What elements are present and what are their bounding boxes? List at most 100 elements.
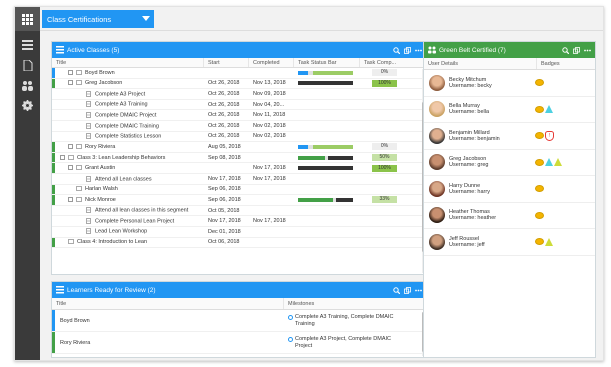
- table-row[interactable]: Grant Austin Nov 17, 2018 100%: [52, 163, 426, 174]
- collapse-icon[interactable]: [68, 80, 73, 86]
- active-classes-table: Boyd Brown 0% Greg Jacobson Oct 26, 2018…: [52, 68, 426, 249]
- row-title: Class 4: Introduction to Lean: [77, 239, 148, 246]
- row-title: Rory Riviera: [60, 339, 91, 346]
- search-icon[interactable]: [393, 286, 401, 294]
- search-icon[interactable]: [393, 46, 401, 54]
- folder-icon: [76, 80, 82, 86]
- row-title: Attend all Lean classes: [95, 175, 152, 182]
- table-row[interactable]: Boyd Brown Complete A3 Training, Complet…: [52, 310, 426, 332]
- table-row[interactable]: Nick Monroe Sep 06, 2018 33%: [52, 195, 426, 206]
- list-item[interactable]: Bella Murray Username: bella: [424, 97, 595, 123]
- row-title: Attend all lean classes in this segment: [95, 207, 189, 214]
- row-start: Oct 26, 2018: [208, 133, 240, 140]
- user-username: Username: benjamin: [449, 135, 500, 142]
- row-start: Dec 01, 2018: [208, 228, 241, 235]
- user-username: Username: harry: [449, 188, 490, 195]
- collapse-icon[interactable]: [68, 196, 73, 202]
- apps-grid-button[interactable]: [15, 7, 40, 31]
- column-header[interactable]: Completed: [249, 58, 294, 67]
- row-start: Nov 17, 2018: [208, 218, 241, 225]
- table-row[interactable]: Class 3: Lean Leadership Behaviors Sep 0…: [52, 152, 426, 164]
- user-username: Username: heather: [449, 215, 497, 222]
- task-complete-badge: 100%: [372, 79, 397, 87]
- users-icon[interactable]: [22, 80, 33, 91]
- review-header: Learners Ready for Review (2): [52, 282, 426, 298]
- dashboard-select[interactable]: Class Certifications: [42, 10, 154, 28]
- more-icon[interactable]: [584, 47, 591, 54]
- milestone-circle-icon: [288, 336, 293, 342]
- task-status-bar: [298, 70, 353, 75]
- avatar: [429, 154, 445, 171]
- row-start: Sep 06, 2018: [208, 196, 241, 203]
- column-header[interactable]: Title: [52, 298, 284, 309]
- copy-icon[interactable]: [573, 46, 580, 54]
- collapse-icon[interactable]: [68, 165, 73, 171]
- table-row[interactable]: Lead Lean Workshop Dec 01, 2018: [52, 227, 426, 238]
- task-status-bar: [298, 197, 353, 202]
- row-title: Complete DMAIC Project: [95, 112, 157, 119]
- award-badge-icon: [554, 158, 562, 167]
- list-item[interactable]: Greg Jacobson Username: greg: [424, 150, 595, 176]
- table-row[interactable]: Greg Jacobson Oct 26, 2018 Nov 13, 2018 …: [52, 78, 426, 90]
- column-header[interactable]: Task Status Bar: [294, 58, 360, 67]
- table-row[interactable]: Complete A3 Training Oct 26, 2018 Nov 04…: [52, 100, 426, 111]
- column-header[interactable]: Badges: [537, 58, 595, 69]
- task-icon: [86, 111, 91, 118]
- row-title: Grant Austin: [85, 165, 116, 172]
- table-row[interactable]: Complete Statistics Lesson Oct 26, 2018 …: [52, 132, 426, 143]
- more-icon[interactable]: [415, 47, 422, 54]
- avatar: [429, 127, 445, 144]
- gold-badge-icon: [535, 105, 544, 113]
- table-row[interactable]: Attend all Lean classes Nov 17, 2018 Nov…: [52, 174, 426, 185]
- list-item[interactable]: Becky Mitchum Username: becky: [424, 70, 595, 97]
- row-start: Oct 26, 2018: [208, 101, 240, 108]
- row-title: Boyd Brown: [60, 317, 90, 324]
- table-row[interactable]: Rory Riviera Complete A3 Project, Comple…: [52, 332, 426, 354]
- gear-icon[interactable]: [22, 100, 33, 111]
- ribbon-badge-icon: [545, 158, 553, 167]
- copy-icon[interactable]: [404, 286, 411, 294]
- column-header[interactable]: Title: [52, 58, 204, 67]
- table-row[interactable]: Class 4: Introduction to Lean Oct 06, 20…: [52, 237, 426, 249]
- table-row[interactable]: Rory Riviera Aug 05, 2018 0%: [52, 142, 426, 153]
- table-row[interactable]: Attend all lean classes in this segment …: [52, 206, 426, 217]
- expand-icon[interactable]: [68, 69, 73, 75]
- review-columns: Title Milestones: [52, 298, 426, 310]
- table-row[interactable]: Complete A3 Project Oct 26, 2018 Nov 09,…: [52, 89, 426, 100]
- gold-badge-icon: [535, 79, 544, 87]
- table-row[interactable]: Complete DMAIC Training Oct 26, 2018 Nov…: [52, 121, 426, 132]
- task-complete-badge: 33%: [372, 196, 397, 204]
- column-header[interactable]: Start: [204, 58, 249, 67]
- list-item[interactable]: Harry Dunne Username: harry: [424, 176, 595, 203]
- search-icon[interactable]: [562, 46, 570, 54]
- avatar: [429, 233, 445, 250]
- user-username: Username: greg: [449, 162, 489, 169]
- active-classes-panel: Active Classes (5) Title Start Completed…: [51, 41, 427, 275]
- list-item[interactable]: Heather Thomas Username: heather: [424, 203, 595, 229]
- table-row[interactable]: Boyd Brown 0%: [52, 68, 426, 79]
- avatar: [429, 180, 445, 197]
- row-completed: Nov 11, 2018: [253, 112, 286, 119]
- collapse-icon[interactable]: [60, 154, 65, 160]
- column-header[interactable]: User Details: [424, 58, 537, 69]
- copy-icon[interactable]: [404, 46, 411, 54]
- grid-icon: [22, 13, 33, 25]
- list-icon[interactable]: [22, 39, 33, 50]
- table-row[interactable]: Harlan Walsh Sep 06, 2018: [52, 184, 426, 196]
- list-item[interactable]: Benjamin Millard Username: benjamin !: [424, 123, 595, 150]
- list-item[interactable]: Jeff Roussel Username: jeff: [424, 229, 595, 256]
- table-row[interactable]: Complete DMAIC Project Oct 26, 2018 Nov …: [52, 110, 426, 121]
- folder-icon: [76, 196, 82, 202]
- green-belt-panel: Green Belt Certified (7) User Details Ba…: [423, 41, 596, 358]
- column-header[interactable]: Task Comp...: [360, 58, 408, 67]
- gold-badge-icon: [535, 158, 544, 166]
- column-header[interactable]: Milestones: [284, 298, 424, 309]
- expand-icon[interactable]: [68, 144, 73, 149]
- table-row[interactable]: Complete Personal Lean Project Nov 17, 2…: [52, 216, 426, 227]
- list-icon: [56, 286, 64, 294]
- milestone-circle-icon: [288, 314, 293, 320]
- document-icon[interactable]: [22, 60, 33, 71]
- panel-title: Active Classes (5): [67, 46, 120, 54]
- row-completed: Nov 02, 2018: [253, 122, 286, 129]
- more-icon[interactable]: [415, 287, 422, 294]
